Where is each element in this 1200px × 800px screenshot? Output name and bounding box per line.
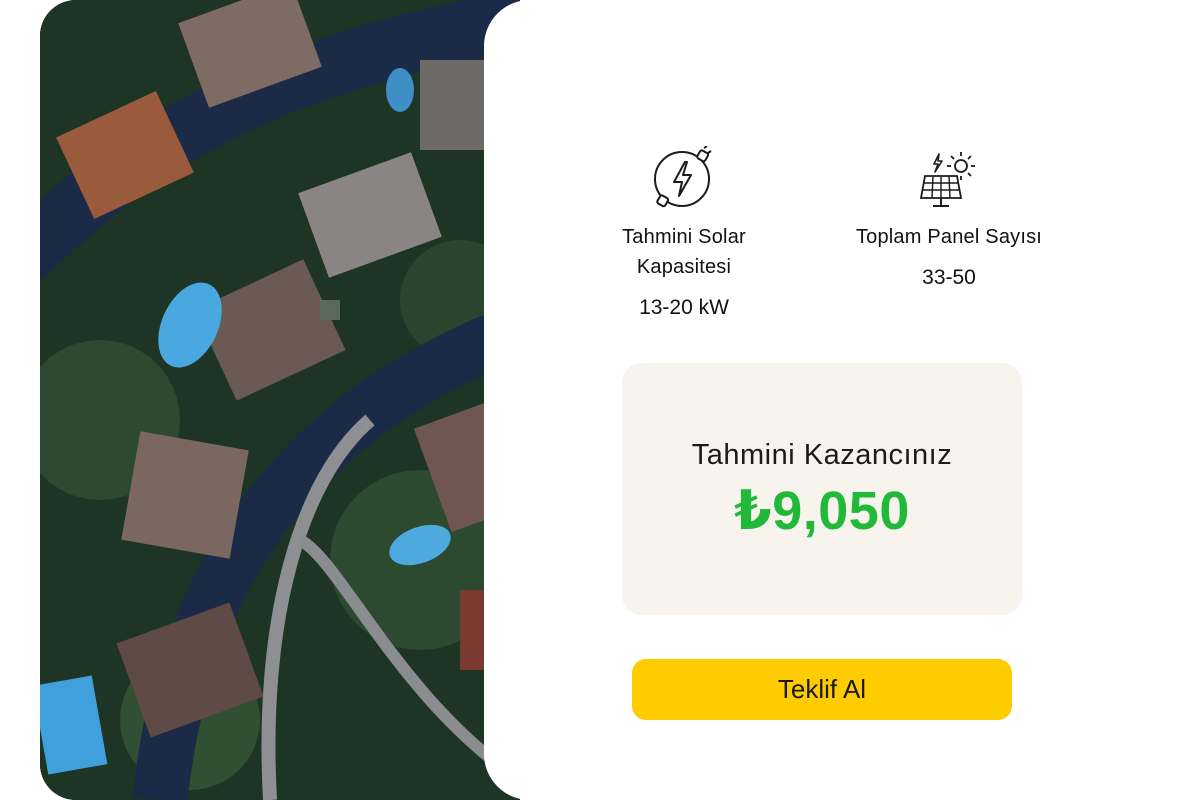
aerial-photo-illustration xyxy=(40,0,520,800)
lightning-plug-icon xyxy=(654,146,712,208)
capacity-value: 13-20 kW xyxy=(639,296,729,319)
earnings-value: ₺9,050 xyxy=(734,481,910,541)
capacity-label: Tahmini Solar Kapasitesi xyxy=(622,226,746,278)
solar-panel-sun-icon xyxy=(919,152,975,207)
panels-value: 33-50 xyxy=(922,266,976,289)
solar-estimate-card: Tahmini Solar Kapasitesi 13-20 kW Toplam… xyxy=(484,0,1200,800)
aerial-neighborhood-image xyxy=(40,0,520,800)
panels-label: Toplam Panel Sayısı xyxy=(855,226,1043,248)
capacity-stat: Tahmini Solar Kapasitesi 13-20 kW xyxy=(574,146,794,322)
panels-stat: Toplam Panel Sayısı 33-50 xyxy=(839,146,1059,292)
earnings-box: Tahmini Kazancınız ₺9,050 xyxy=(622,363,1022,615)
get-quote-button[interactable]: Teklif Al xyxy=(632,659,1012,720)
earnings-title: Tahmini Kazancınız xyxy=(691,439,953,471)
